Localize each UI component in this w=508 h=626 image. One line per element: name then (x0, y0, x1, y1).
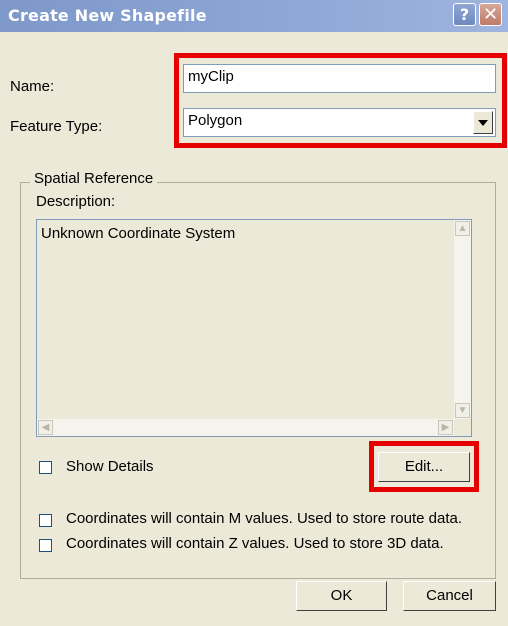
close-icon: ✕ (482, 4, 499, 25)
cancel-button[interactable]: Cancel (403, 581, 496, 611)
window-title: Create New Shapefile (8, 6, 207, 25)
m-values-label: Coordinates will contain M values. Used … (66, 510, 463, 527)
name-label: Name: (10, 78, 55, 95)
spatial-reference-legend: Spatial Reference (30, 170, 158, 187)
scroll-left-icon[interactable]: ◀ (38, 420, 53, 435)
help-button[interactable]: ? (453, 3, 476, 26)
scroll-up-icon[interactable]: ▲ (455, 221, 470, 236)
z-values-checkbox[interactable] (39, 539, 52, 552)
create-new-shapefile-dialog: Create New Shapefile ? ✕ Name: myClip Fe… (0, 0, 508, 626)
title-bar[interactable]: Create New Shapefile ? ✕ (0, 0, 508, 32)
show-details-checkbox[interactable] (39, 461, 52, 474)
ok-button[interactable]: OK (296, 581, 387, 611)
show-details-label: Show Details (66, 458, 154, 475)
scrollbar-corner (454, 419, 471, 436)
question-mark-icon: ? (459, 5, 470, 24)
z-values-label: Coordinates will contain Z values. Used … (66, 535, 444, 552)
vertical-scrollbar[interactable]: ▲ ▼ (454, 220, 471, 419)
scroll-right-icon[interactable]: ▶ (438, 420, 453, 435)
description-text: Unknown Coordinate System (41, 225, 236, 242)
highlight-edit-button (369, 441, 479, 492)
description-label: Description: (36, 193, 116, 210)
horizontal-scrollbar[interactable]: ◀ ▶ (37, 419, 454, 436)
feature-type-label: Feature Type: (10, 118, 103, 135)
highlight-name-feature-type (174, 53, 507, 148)
scroll-down-icon[interactable]: ▼ (455, 403, 470, 418)
close-button[interactable]: ✕ (479, 3, 502, 26)
m-values-checkbox[interactable] (39, 514, 52, 527)
description-text-area[interactable]: Unknown Coordinate System ▲ ▼ ◀ ▶ (36, 219, 472, 437)
